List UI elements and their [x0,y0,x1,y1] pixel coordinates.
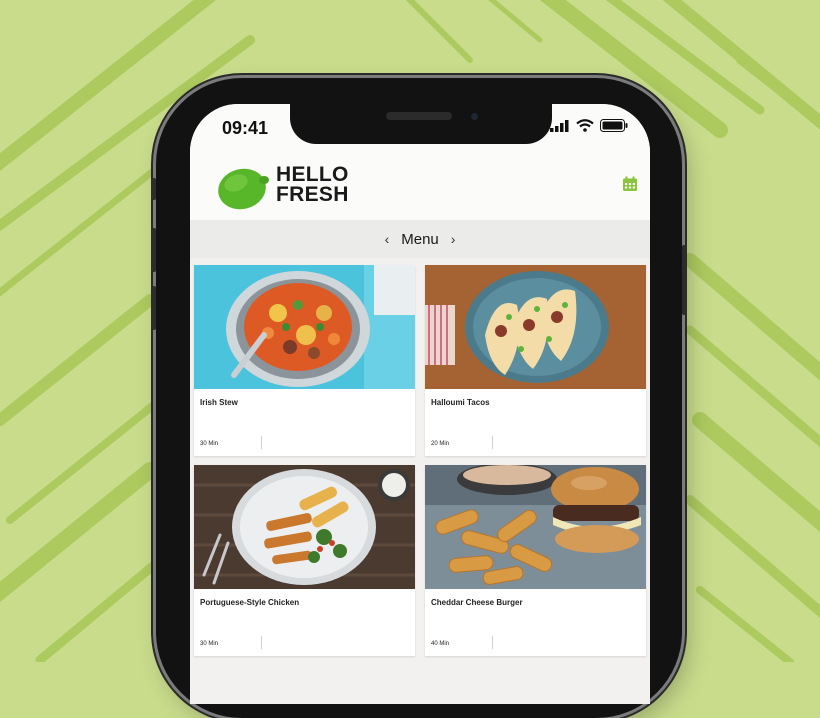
phone-notch [290,104,552,144]
phone-side-button [151,178,156,200]
recipe-card[interactable]: Halloumi Tacos 20 Min [425,265,646,456]
divider [261,436,262,449]
brand-line-2: FRESH [276,183,349,206]
recipe-card[interactable]: Cheddar Cheese Burger 40 Min [425,465,646,656]
recipe-time: 30 Min [200,441,219,447]
app-header: HELLO FRESH [190,148,650,220]
lime-logo-icon[interactable] [216,165,270,211]
recipe-title: Cheddar Cheese Burger [431,598,523,607]
status-icons [550,119,628,132]
recipe-time: 20 Min [431,441,450,447]
calendar-icon[interactable] [622,176,638,192]
wifi-icon [576,119,594,132]
menu-nav-bar: ‹ Menu › [190,220,650,258]
divider [261,636,262,649]
status-time: 09:41 [222,118,269,138]
prev-chevron-icon[interactable]: ‹ [385,231,390,247]
recipe-card[interactable]: Irish Stew 30 Min [194,265,415,456]
divider [492,436,493,449]
app-screen: 09:41 HELLO FRESH ‹ Menu › Irish Stew 30… [190,104,650,704]
recipe-image-halloumi-tacos [425,265,646,389]
phone-power-button [682,245,687,315]
phone-volume-down-button [151,286,156,330]
recipe-time: 30 Min [200,641,219,647]
signal-icon [550,119,569,132]
phone-volume-up-button [151,228,156,272]
recipe-title: Irish Stew [200,398,238,407]
front-camera [468,110,481,123]
recipe-image-portuguese-chicken [194,465,415,589]
divider [492,636,493,649]
brand-line-1: HELLO [276,163,349,186]
recipe-card[interactable]: Portuguese-Style Chicken 30 Min [194,465,415,656]
brand-wordmark[interactable]: HELLO FRESH [276,163,349,206]
speaker-grille [386,112,452,120]
recipe-image-cheddar-burger [425,465,646,589]
recipe-title: Portuguese-Style Chicken [200,598,300,607]
recipe-time: 40 Min [431,641,450,647]
recipe-image-irish-stew [194,265,415,389]
battery-icon [600,119,628,132]
next-chevron-icon[interactable]: › [451,231,456,247]
menu-title: Menu [401,230,439,248]
recipe-title: Halloumi Tacos [431,398,490,407]
